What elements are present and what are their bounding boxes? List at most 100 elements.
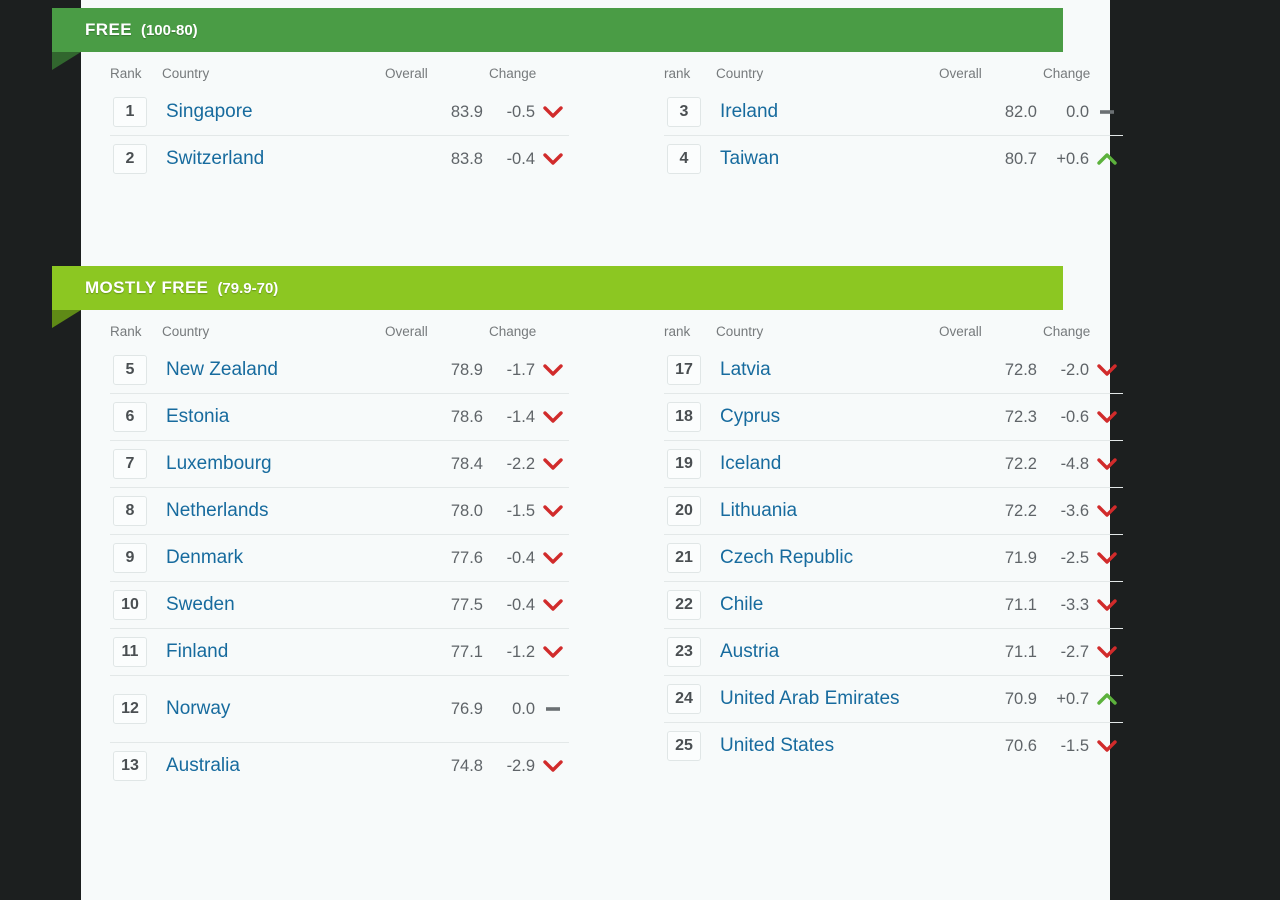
change-cell: -0.4 [489,581,569,629]
overall-score: 72.8 [1004,360,1037,379]
column-header-country: Country [716,324,764,339]
rank-badge: 5 [113,355,147,385]
country-link[interactable]: Lithuania [720,499,797,523]
overall-score: 76.9 [450,699,483,718]
overall-score: 83.9 [450,102,483,121]
column-header-country: Country [716,66,764,81]
table-row[interactable]: 10 Sweden 77.5 -0.4 [110,581,569,629]
table-row[interactable]: 20 Lithuania 72.2 -3.6 [664,487,1123,535]
column-header-change: Change [1043,66,1091,81]
country-link[interactable]: United States [720,734,834,758]
table-row[interactable]: 6 Estonia 78.6 -1.4 [110,393,569,441]
rank-badge: 18 [667,402,701,432]
banner-fold [52,310,81,328]
country-link[interactable]: Luxembourg [166,452,272,476]
overall-score: 74.8 [450,756,483,775]
country-cell: Taiwan [716,135,939,182]
country-link[interactable]: Finland [166,640,228,664]
change-down-icon [543,645,563,659]
table-row[interactable]: 21 Czech Republic 71.9 -2.5 [664,534,1123,582]
country-link[interactable]: Czech Republic [720,546,853,570]
change-down-icon [1097,551,1117,565]
change-down-icon [543,457,563,471]
country-cell: Australia [162,742,385,789]
change-down-icon [1097,739,1117,753]
change-cell: -4.8 [1043,440,1123,488]
country-link[interactable]: Cyprus [720,405,780,429]
country-link[interactable]: Norway [166,697,230,721]
table-row[interactable]: 18 Cyprus 72.3 -0.6 [664,393,1123,441]
country-cell: Luxembourg [162,440,385,488]
table-row[interactable]: 13 Australia 74.8 -2.9 [110,742,569,789]
rank-cell: 23 [664,628,716,676]
table-row[interactable]: 2 Switzerland 83.8 -0.4 [110,135,569,182]
table-row[interactable]: 22 Chile 71.1 -3.3 [664,581,1123,629]
country-link[interactable]: United Arab Emirates [720,687,900,711]
change-down-icon [1097,457,1117,471]
country-link[interactable]: Denmark [166,546,243,570]
table-row[interactable]: 9 Denmark 77.6 -0.4 [110,534,569,582]
country-link[interactable]: Australia [166,754,240,778]
column-header-change: Change [1043,324,1091,339]
rank-badge: 9 [113,543,147,573]
rank-badge: 22 [667,590,701,620]
overall-score: 77.6 [450,548,483,567]
change-down-icon [1097,645,1117,659]
country-link[interactable]: Iceland [720,452,781,476]
country-link[interactable]: Estonia [166,405,229,429]
content-sheet: FREE (100-80) Rank Country Overall Change 1 Sin… [52,0,1123,900]
country-link[interactable]: Ireland [720,100,778,124]
table-row[interactable]: 17 Latvia 72.8 -2.0 [664,347,1123,394]
change-cell: 0.0 [489,675,569,743]
table-row[interactable]: 8 Netherlands 78.0 -1.5 [110,487,569,535]
rank-cell: 24 [664,675,716,723]
change-value: -3.3 [1060,595,1089,614]
change-cell: -1.5 [1043,722,1123,769]
country-link[interactable]: New Zealand [166,358,278,382]
table-row[interactable]: 24 United Arab Emirates 70.9 +0.7 [664,675,1123,723]
change-cell: +0.6 [1043,135,1123,182]
change-value: -1.2 [506,642,535,661]
country-link[interactable]: Singapore [166,100,253,124]
country-link[interactable]: Chile [720,593,763,617]
change-down-icon [543,504,563,518]
column-header-overall: Overall [939,324,982,339]
change-value: 0.0 [1066,102,1089,121]
country-link[interactable]: Austria [720,640,779,664]
change-value: -4.8 [1060,454,1089,473]
table-row[interactable]: 5 New Zealand 78.9 -1.7 [110,347,569,394]
overall-cell: 71.9 [939,534,1043,582]
change-value: 0.0 [512,699,535,718]
change-cell: -2.9 [489,742,569,789]
table-row[interactable]: 23 Austria 71.1 -2.7 [664,628,1123,676]
change-cell: -0.4 [489,534,569,582]
country-link[interactable]: Sweden [166,593,235,617]
table-row[interactable]: 7 Luxembourg 78.4 -2.2 [110,440,569,488]
country-cell: Iceland [716,440,939,488]
country-link[interactable]: Switzerland [166,147,264,171]
overall-cell: 78.0 [385,487,489,535]
table-row[interactable]: 1 Singapore 83.9 -0.5 [110,89,569,136]
change-value: -2.7 [1060,642,1089,661]
table-row[interactable]: 3 Ireland 82.0 0.0 [664,89,1123,136]
rank-cell: 4 [664,135,716,182]
table-row[interactable]: 25 United States 70.6 -1.5 [664,722,1123,769]
table-row[interactable]: 19 Iceland 72.2 -4.8 [664,440,1123,488]
change-cell: -0.5 [489,89,569,136]
table-row[interactable]: 12 Norway 76.9 0.0 [110,675,569,743]
overall-cell: 82.0 [939,89,1043,136]
rank-badge: 3 [667,97,701,127]
section-title: FREE [85,20,132,39]
change-value: -0.4 [506,548,535,567]
rank-cell: 3 [664,89,716,136]
rank-badge: 13 [113,751,147,781]
overall-score: 78.9 [450,360,483,379]
country-link[interactable]: Latvia [720,358,771,382]
country-link[interactable]: Taiwan [720,147,779,171]
section-free: FREE (100-80) Rank Country Overall Change 1 Sin… [52,8,1123,182]
overall-cell: 74.8 [385,742,489,789]
table-row[interactable]: 11 Finland 77.1 -1.2 [110,628,569,676]
change-cell: -2.5 [1043,534,1123,582]
table-row[interactable]: 4 Taiwan 80.7 +0.6 [664,135,1123,182]
country-link[interactable]: Netherlands [166,499,268,523]
